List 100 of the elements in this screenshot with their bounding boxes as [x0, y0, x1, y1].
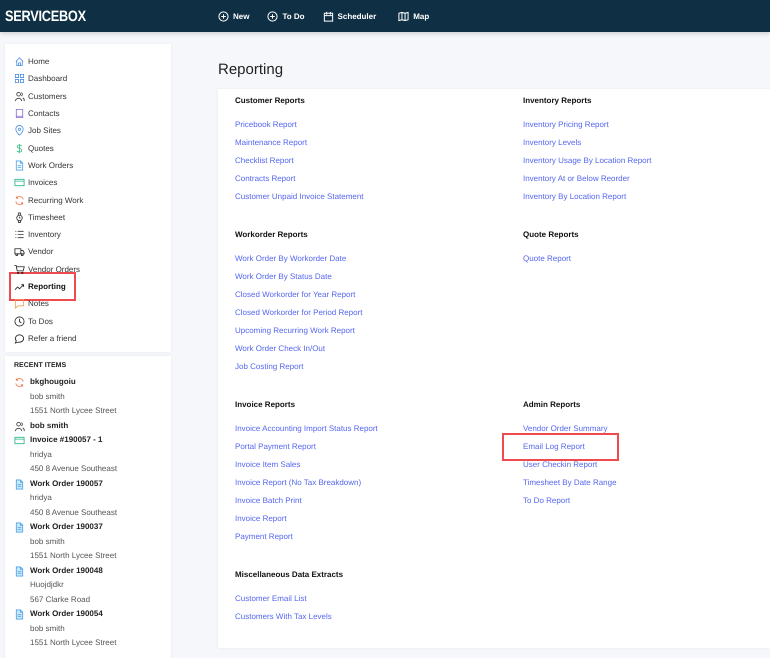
card-icon — [14, 177, 25, 188]
recent-item-detail: 450 8 Avenue Southeast — [30, 463, 118, 475]
recent-item-detail: 567 Clarke Road — [30, 594, 92, 606]
report-link[interactable]: Work Order By Workorder Date — [235, 250, 346, 268]
report-link[interactable]: Upcoming Recurring Work Report — [235, 322, 355, 340]
report-link[interactable]: Customers With Tax Levels — [235, 608, 332, 626]
people-icon — [14, 90, 25, 102]
calendar-icon — [322, 10, 334, 22]
report-link[interactable]: Customer Unpaid Invoice Statement — [235, 188, 364, 206]
report-link[interactable]: Inventory At or Below Reorder — [523, 170, 630, 188]
document-icon — [14, 478, 25, 490]
recent-item-detail: bob smith — [30, 536, 66, 548]
recent-item-detail: bob smith — [30, 390, 66, 402]
report-link[interactable]: Email Log Report — [502, 433, 619, 461]
people-icon — [14, 420, 25, 432]
sidebar-item[interactable]: Customers — [14, 88, 67, 105]
report-link[interactable]: Invoice Report (No Tax Breakdown) — [235, 474, 362, 492]
report-link[interactable]: Maintenance Report — [235, 134, 308, 152]
report-link[interactable]: To Do Report — [523, 492, 570, 510]
sync-icon — [14, 194, 25, 206]
nav-link[interactable]: Map — [398, 10, 430, 22]
recent-item-link[interactable]: Work Order 190048 — [30, 564, 103, 578]
sidebar-item[interactable]: Dashboard — [14, 70, 68, 88]
report-link[interactable]: Contracts Report — [235, 170, 296, 188]
nav-link[interactable]: To Do — [267, 10, 305, 22]
recent-item-detail: 450 8 Avenue Southeast — [30, 506, 118, 518]
recent-item-detail: hridya — [30, 492, 53, 504]
report-link[interactable]: Inventory Levels — [523, 134, 582, 152]
report-link[interactable]: Inventory Pricing Report — [523, 116, 609, 134]
section-heading: Admin Reports — [523, 399, 580, 411]
report-link[interactable]: Job Costing Report — [235, 358, 304, 376]
dollar-icon — [14, 142, 25, 154]
recent-item-link[interactable]: Work Order 190054 — [30, 607, 116, 622]
recent-item-detail: hridya — [30, 448, 53, 461]
watch-icon — [14, 212, 25, 223]
section-heading: Invoice Reports — [235, 399, 296, 411]
section-heading: Inventory Reports — [523, 95, 592, 107]
recent-item-link[interactable]: bob smith — [30, 418, 68, 433]
report-link[interactable]: Timesheet By Date Range — [523, 474, 617, 492]
sidebar-item[interactable]: Reporting — [9, 272, 76, 302]
document-icon — [14, 522, 25, 533]
sidebar-item[interactable]: Contacts — [14, 104, 60, 122]
document-icon — [14, 609, 25, 620]
recent-item-link[interactable]: Work Order 190057 — [30, 476, 118, 491]
clock-icon — [14, 316, 25, 327]
recent-item-detail: 1551 North Lycee Street — [30, 550, 116, 562]
sidebar-item[interactable]: Job Sites — [14, 122, 61, 140]
document-icon — [14, 160, 25, 171]
truck-icon — [14, 246, 25, 258]
sidebar-item[interactable]: Invoices — [14, 174, 58, 192]
report-link[interactable]: Checklist Report — [235, 152, 294, 170]
nav-link[interactable]: New — [218, 10, 250, 22]
section-heading: Miscellaneous Data Extracts — [235, 569, 344, 581]
sidebar-item[interactable]: Recurring Work — [14, 191, 84, 209]
report-link[interactable]: Invoice Report — [235, 510, 287, 528]
sidebar-item[interactable]: Inventory — [14, 226, 61, 244]
report-link[interactable]: Inventory Usage By Location Report — [523, 152, 652, 170]
sidebar-item[interactable]: Vendor — [14, 243, 54, 261]
section-heading: Quote Reports — [523, 229, 579, 241]
report-link[interactable]: Portal Payment Report — [235, 438, 316, 456]
pin-icon — [14, 125, 25, 136]
sidebar-item[interactable]: Refer a friend — [14, 330, 76, 348]
report-link[interactable]: Payment Report — [235, 528, 293, 546]
report-link[interactable]: Closed Workorder for Year Report — [235, 286, 356, 304]
grid-icon — [14, 73, 25, 84]
sidebar-item[interactable]: Timesheet — [14, 208, 66, 226]
report-link[interactable]: Work Order By Status Date — [235, 268, 332, 286]
sidebar-item[interactable]: Home — [14, 53, 50, 70]
sidebar-item[interactable]: To Dos — [14, 312, 53, 330]
report-link[interactable]: Invoice Batch Print — [235, 492, 302, 510]
report-link[interactable]: Closed Workorder for Period Report — [235, 304, 362, 322]
report-link[interactable]: Inventory By Location Report — [523, 188, 626, 206]
recent-item-link[interactable]: bkghougoiu — [30, 375, 116, 390]
logo[interactable]: SERVICEBOX — [5, 8, 175, 24]
recent-item-detail: bob smith — [30, 622, 66, 634]
document-icon — [14, 566, 25, 576]
book-icon — [14, 108, 25, 120]
note-icon — [14, 298, 25, 310]
cart-icon — [14, 264, 25, 275]
nav-link[interactable]: Scheduler — [322, 10, 376, 22]
house-icon — [14, 56, 25, 68]
report-link[interactable]: Pricebook Report — [235, 116, 297, 134]
recent-item-detail: 1551 North Lycee Street — [30, 637, 116, 649]
speech-bubble-icon — [14, 332, 25, 344]
recent-item-detail: 1551 North Lycee Street — [30, 405, 116, 417]
card-icon — [14, 435, 25, 446]
report-link[interactable]: Invoice Accounting Import Status Report — [235, 420, 378, 438]
list-icon — [14, 229, 25, 240]
report-link[interactable]: Quote Report — [523, 250, 572, 268]
recent-item-link[interactable]: Work Order 190037 — [30, 520, 116, 534]
page-title: Reporting — [218, 61, 284, 79]
sync-icon — [14, 377, 25, 388]
report-link[interactable]: Invoice Item Sales — [235, 456, 300, 474]
recent-item-link[interactable]: Invoice #190057 - 1 — [30, 433, 118, 448]
sidebar-item[interactable]: Work Orders — [14, 156, 74, 174]
recent-item-detail: Huojdjdkr — [30, 579, 65, 591]
report-link[interactable]: Customer Email List — [235, 590, 307, 608]
sidebar-item[interactable]: Quotes — [14, 139, 54, 157]
report-link[interactable]: Work Order Check In/Out — [235, 340, 326, 358]
map-icon — [398, 10, 410, 22]
